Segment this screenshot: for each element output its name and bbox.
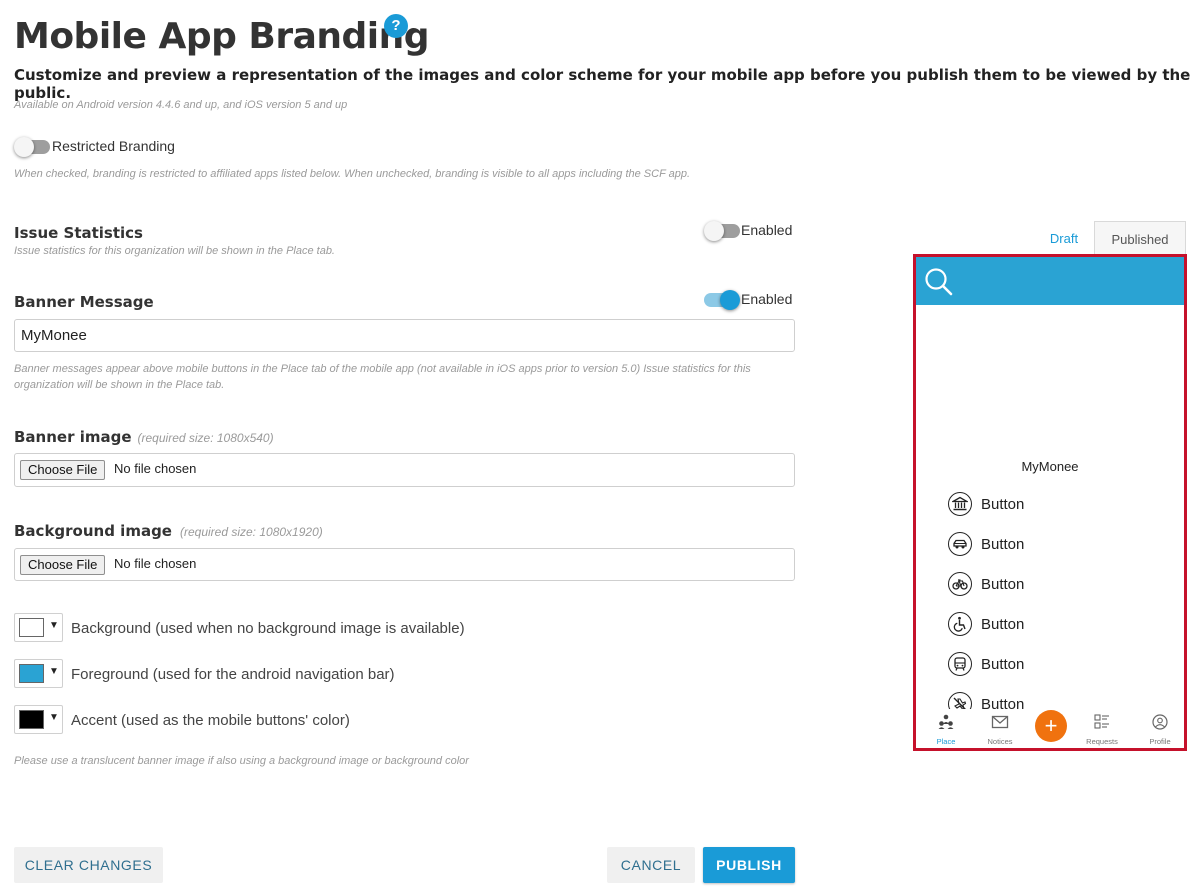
background-image-title: Background image (required size: 1080x192… [14,522,323,540]
background-image-file-status: No file chosen [114,556,197,571]
nav-label-profile: Profile [1149,737,1171,746]
banner-image-file-field: Choose File No file chosen [14,453,795,487]
accent-color-swatch [19,710,44,729]
banner-message-input[interactable]: MyMonee [14,319,795,352]
preview-top-bar [916,257,1184,305]
preview-button-label: Button [981,656,1025,673]
issue-statistics-title: Issue Statistics [14,224,143,242]
banner-image-title: Banner image (required size: 1080x540) [14,428,274,446]
mail-icon [991,715,1009,729]
issue-statistics-toggle-label: Enabled [741,222,793,238]
profile-icon [1152,714,1168,730]
nav-item-profile[interactable]: Profile [1138,713,1182,746]
banner-message-title: Banner Message [14,293,154,311]
tab-draft[interactable]: Draft [1036,222,1092,255]
cancel-button[interactable]: CANCEL [607,847,695,883]
banner-message-toggle-label: Enabled [741,291,793,307]
background-image-required-size: (required size: 1080x1920) [179,525,323,539]
preview-bottom-nav: Place Notices + Requests Profile [916,709,1184,748]
preview-button-label: Button [981,576,1025,593]
colors-note: Please use a translucent banner image if… [14,755,469,767]
publish-button[interactable]: PUBLISH [703,847,795,883]
search-icon [924,267,954,302]
restricted-branding-label: Restricted Branding [52,138,175,154]
foreground-color-label: Foreground (used for the android navigat… [71,666,395,683]
bank-icon [948,492,972,516]
banner-image-file-status: No file chosen [114,461,197,476]
preview-banner-message: MyMonee [1021,459,1079,474]
restricted-branding-note: When checked, branding is restricted to … [14,168,691,180]
preview-button-label: Button [981,536,1025,553]
foreground-color-swatch [19,664,44,683]
bus-icon [948,652,972,676]
bicycle-icon [948,572,972,596]
car-icon [948,532,972,556]
foreground-color-picker[interactable]: ▼ [14,659,63,688]
preview-button-label: Button [981,496,1025,513]
issue-statistics-note: Issue statistics for this organization w… [14,245,335,257]
accent-color-label: Accent (used as the mobile buttons' colo… [71,712,350,729]
nav-item-place[interactable]: Place [924,713,968,746]
clear-changes-button[interactable]: CLEAR CHANGES [14,847,163,883]
restricted-branding-toggle[interactable] [14,137,50,157]
mobile-preview: MyMonee Button Button Button Button Butt… [913,254,1187,751]
banner-image-label: Banner image [14,428,132,446]
add-button[interactable]: + [1035,710,1067,742]
toggle-knob [14,137,34,157]
accent-color-picker[interactable]: ▼ [14,705,63,734]
wheelchair-icon [948,612,972,636]
issue-statistics-toggle[interactable] [704,221,740,241]
nav-item-requests[interactable]: Requests [1080,713,1124,746]
background-color-swatch [19,618,44,637]
nav-label-notices: Notices [987,737,1013,746]
nav-label-requests: Requests [1086,737,1118,746]
background-color-picker[interactable]: ▼ [14,613,63,642]
dropdown-arrow-icon: ▼ [49,712,59,723]
banner-message-toggle[interactable] [704,290,740,310]
nav-item-notices[interactable]: Notices [978,713,1022,746]
tab-published[interactable]: Published [1094,221,1186,255]
banner-message-note: Banner messages appear above mobile butt… [14,363,751,391]
page-title: Mobile App Branding [14,16,430,57]
nav-label-place: Place [936,737,956,746]
background-image-choose-file-button[interactable]: Choose File [20,555,106,575]
place-icon [938,714,954,729]
toggle-knob [704,221,724,241]
preview-button-label: Button [981,616,1025,633]
banner-image-required-size: (required size: 1080x540) [137,431,274,445]
toggle-knob [720,290,740,310]
dropdown-arrow-icon: ▼ [49,620,59,631]
availability-note: Available on Android version 4.4.6 and u… [14,99,348,111]
requests-icon [1094,714,1109,729]
background-image-label: Background image [14,522,172,540]
background-image-file-field: Choose File No file chosen [14,548,795,581]
help-icon[interactable]: ? [384,14,408,38]
background-color-label: Background (used when no background imag… [71,620,465,637]
dropdown-arrow-icon: ▼ [49,666,59,677]
banner-image-choose-file-button[interactable]: Choose File [20,460,106,480]
